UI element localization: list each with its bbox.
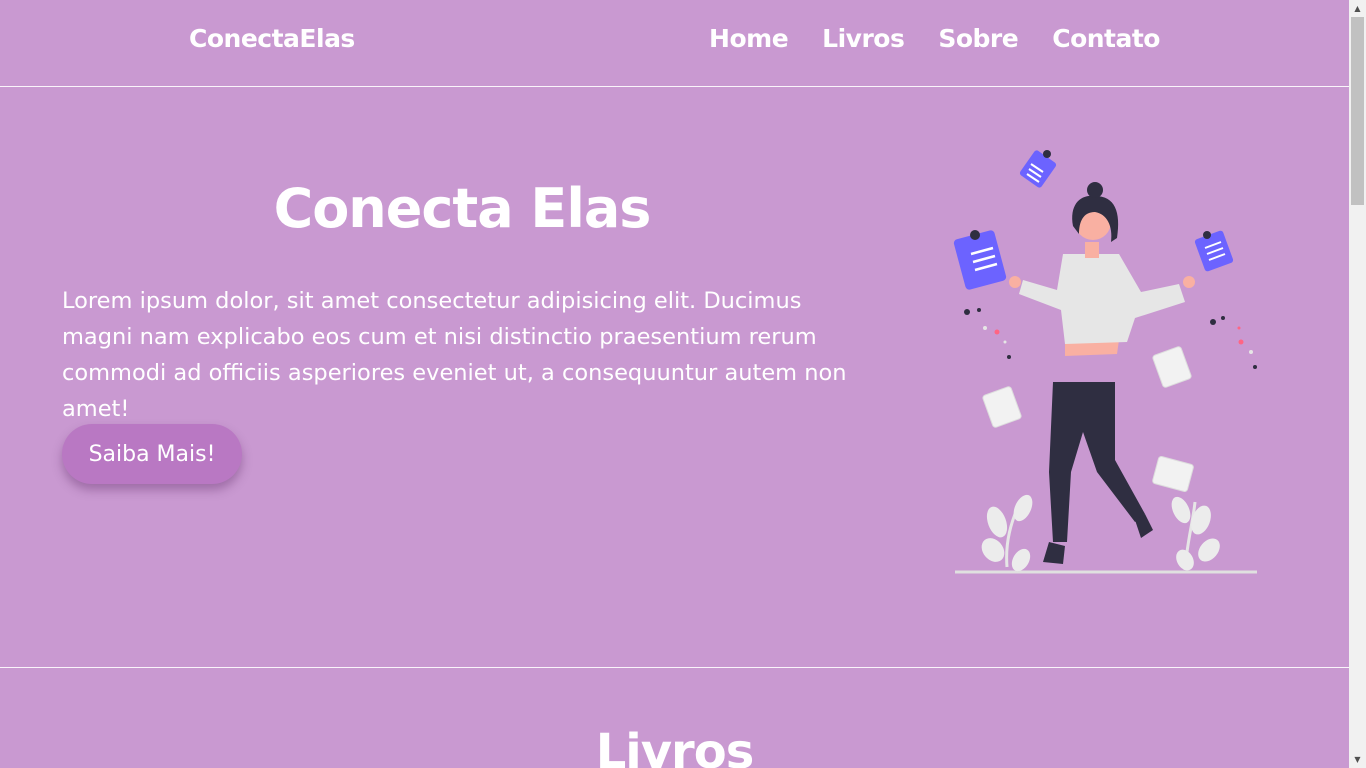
scroll-down-arrow-icon[interactable]: ▼	[1349, 751, 1366, 768]
nav-link-livros[interactable]: Livros	[822, 24, 905, 53]
hero-section: Conecta Elas Lorem ipsum dolor, sit amet…	[0, 87, 1349, 668]
nav-links: Home Livros Sobre Contato	[709, 24, 1160, 53]
vertical-scrollbar[interactable]: ▲ ▼	[1349, 0, 1366, 768]
hero-description: Lorem ipsum dolor, sit amet consectetur …	[62, 288, 847, 422]
livros-section: Livros	[0, 668, 1349, 768]
nav-link-sobre[interactable]: Sobre	[938, 24, 1018, 53]
navbar: ConectaElas Home Livros Sobre Contato	[0, 0, 1349, 87]
scrollbar-thumb[interactable]	[1351, 17, 1364, 205]
hero-title: Conecta Elas	[273, 177, 652, 240]
scroll-up-arrow-icon[interactable]: ▲	[1349, 0, 1366, 17]
brand-logo[interactable]: ConectaElas	[189, 24, 355, 53]
nav-link-contato[interactable]: Contato	[1052, 24, 1160, 53]
saiba-mais-button[interactable]: Saiba Mais!	[62, 424, 242, 484]
nav-link-home[interactable]: Home	[709, 24, 789, 53]
woman-juggling-notes-illustration	[953, 150, 1257, 574]
page: ConectaElas Home Livros Sobre Contato Co…	[0, 0, 1349, 768]
livros-section-title: Livros	[595, 724, 755, 768]
